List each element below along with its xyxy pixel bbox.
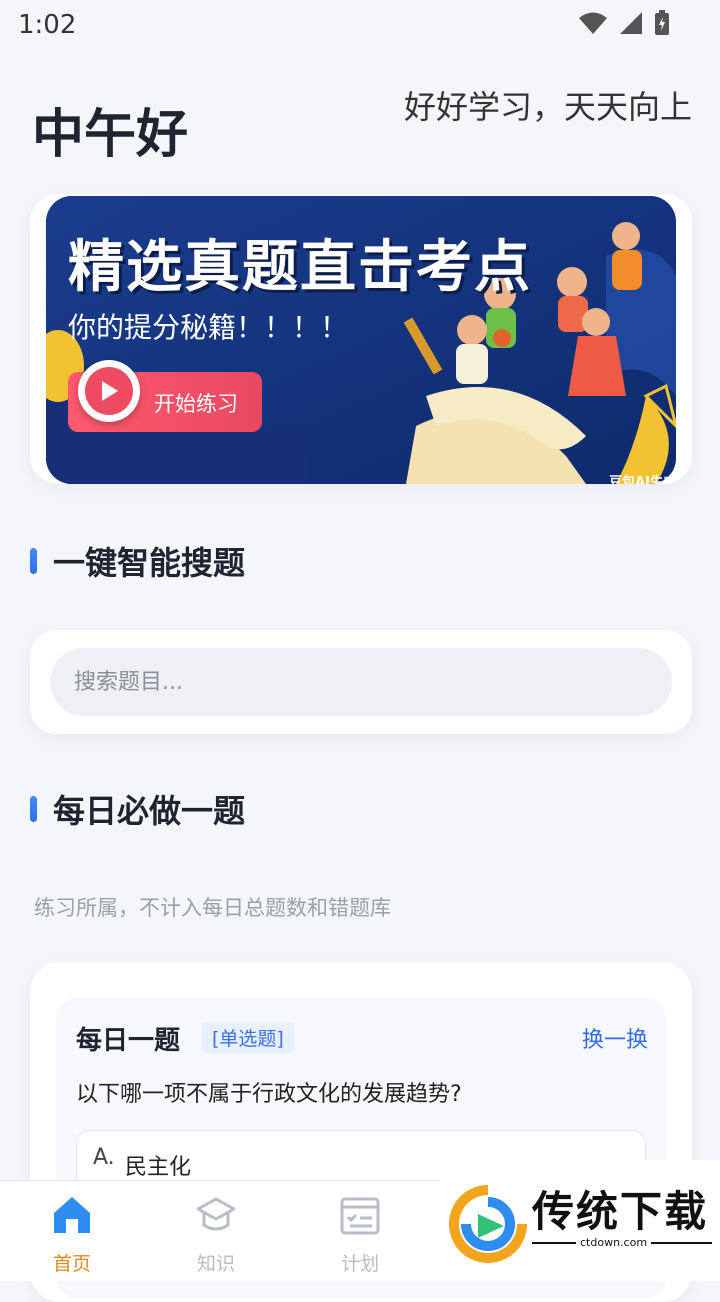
search-card [30, 630, 692, 734]
tab-plan[interactable]: 计划 [305, 1193, 415, 1276]
start-practice-label: 开始练习 [154, 392, 238, 416]
greeting-title: 中午好 [32, 105, 189, 165]
banner-subtitle: 你的提分秘籍！！！！ [68, 311, 349, 344]
banner-watermark: 豆包AI生成 [609, 475, 676, 484]
home-icon [54, 1197, 90, 1233]
wifi-icon [579, 12, 607, 34]
question-type-badge: [单选题] [202, 1022, 294, 1053]
status-time: 1:02 [18, 10, 77, 40]
play-icon [78, 360, 140, 422]
status-bar: 1:02 [0, 0, 720, 52]
daily-question-title: 每日一题 [76, 1026, 181, 1056]
tab-home-label: 首页 [52, 1253, 91, 1275]
signal-icon [620, 12, 642, 34]
motto-text: 好好学习，天天向上 [403, 88, 692, 126]
banner-card: 精选真题直击考点 你的提分秘籍！！！！ 开始练习 豆包AI生成 [30, 194, 692, 484]
daily-section-label: 每日必做一题 [53, 792, 246, 830]
swap-question-button[interactable]: 换一换 [582, 1022, 648, 1054]
tab-knowledge-label: 知识 [196, 1253, 235, 1275]
search-section-title: 一键智能搜题 [30, 538, 245, 584]
section-accent-bar [30, 796, 37, 822]
calendar-checklist-icon [340, 1197, 380, 1235]
ctdown-watermark: 传统下载 ctdown.com [440, 1160, 720, 1280]
section-accent-bar [30, 548, 37, 574]
ctdown-url: ctdown.com [576, 1236, 652, 1249]
question-text: 以下哪一项不属于行政文化的发展趋势? [76, 1082, 462, 1107]
graduation-cap-icon [196, 1197, 236, 1231]
option-text: 民主化 [125, 1155, 192, 1180]
search-section-label: 一键智能搜题 [53, 544, 246, 582]
status-icons [578, 10, 670, 36]
tab-home[interactable]: 首页 [17, 1193, 127, 1276]
tab-plan-label: 计划 [340, 1253, 379, 1275]
option-key: A. [93, 1145, 115, 1170]
start-practice-button[interactable]: 开始练习 [68, 360, 262, 432]
search-input[interactable] [50, 648, 672, 716]
daily-hint: 练习所属，不计入每日总题数和错题库 [34, 896, 391, 920]
banner-image[interactable]: 精选真题直击考点 你的提分秘籍！！！！ 开始练习 豆包AI生成 [46, 196, 676, 484]
battery-icon [655, 10, 669, 35]
tab-knowledge[interactable]: 知识 [161, 1193, 271, 1276]
ctdown-brand: 传统下载 [532, 1187, 709, 1236]
ctdown-logo-icon [449, 1185, 527, 1263]
banner-title: 精选真题直击考点 [68, 235, 532, 300]
daily-section-title: 每日必做一题 [30, 786, 245, 832]
